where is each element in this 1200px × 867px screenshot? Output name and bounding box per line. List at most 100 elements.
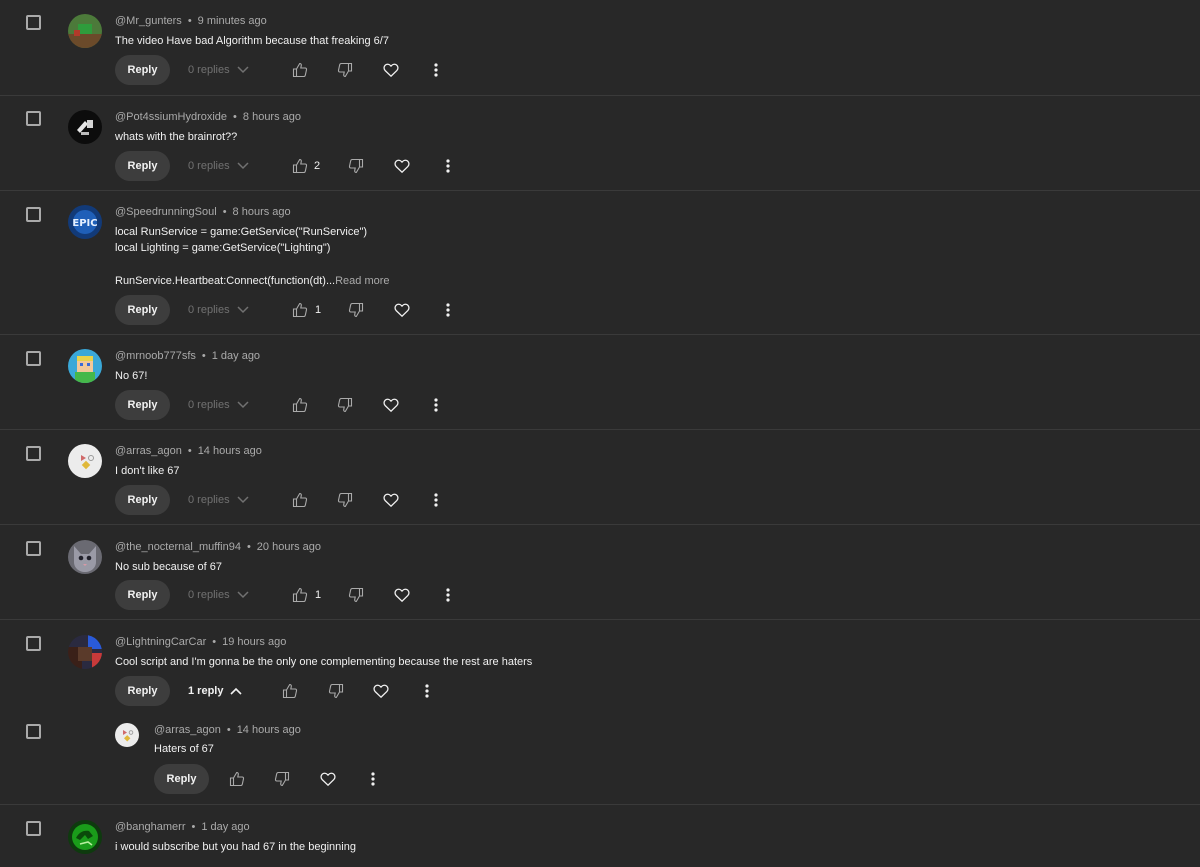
comment-author[interactable]: @mrnoob777sfs: [115, 350, 196, 362]
more-options-icon[interactable]: [428, 62, 444, 78]
heart-icon[interactable]: [373, 683, 389, 699]
heart-icon[interactable]: [383, 397, 399, 413]
dislike-icon[interactable]: [328, 683, 344, 699]
like-icon[interactable]: [292, 397, 308, 413]
comment-author[interactable]: @the_nocternal_muffin94: [115, 541, 241, 553]
like-icon[interactable]: [292, 158, 308, 174]
comment-text: i would subscribe but you had 67 in the …: [115, 841, 356, 853]
select-checkbox[interactable]: [26, 724, 41, 739]
reply-button[interactable]: Reply: [115, 580, 170, 610]
view-replies-toggle[interactable]: 0 replies: [188, 580, 249, 610]
view-replies-toggle[interactable]: 0 replies: [188, 55, 249, 85]
reply-button[interactable]: Reply: [115, 295, 170, 325]
heart-icon[interactable]: [383, 492, 399, 508]
dislike-icon[interactable]: [348, 158, 364, 174]
reply-button[interactable]: Reply: [115, 55, 170, 85]
like-icon[interactable]: [292, 302, 308, 318]
like-icon[interactable]: [292, 492, 308, 508]
chevron-down-icon: [237, 591, 249, 599]
avatar[interactable]: [68, 444, 102, 478]
comment-text: No 67!: [115, 370, 148, 382]
comment-time: 8 hours ago: [242, 111, 302, 123]
divider: [0, 95, 1200, 96]
comment-list: @Mr_gunters • 9 minutes ago The video Have…: [0, 0, 1200, 867]
like-icon[interactable]: [229, 771, 245, 787]
like-icon[interactable]: [292, 62, 308, 78]
avatar[interactable]: [68, 635, 102, 669]
comment-time: 8 hours ago: [232, 206, 291, 218]
replies-count: 0 replies: [188, 160, 230, 172]
view-replies-toggle[interactable]: 0 replies: [188, 390, 249, 420]
comment-author[interactable]: @Mr_gunters: [115, 15, 182, 27]
avatar[interactable]: [68, 540, 102, 574]
select-checkbox[interactable]: [26, 541, 41, 556]
comment-author[interactable]: @SpeedrunningSoul: [115, 206, 217, 218]
view-replies-toggle[interactable]: 1 reply: [188, 676, 243, 706]
comment-author[interactable]: @LightningCarCar: [115, 636, 206, 648]
select-checkbox[interactable]: [26, 351, 41, 366]
like-icon[interactable]: [282, 683, 298, 699]
read-more-link[interactable]: Read more: [335, 275, 389, 287]
comment-time: 9 minutes ago: [197, 15, 267, 27]
comment-time: 20 hours ago: [256, 541, 322, 553]
divider: [0, 429, 1200, 430]
heart-icon[interactable]: [394, 302, 410, 318]
dislike-icon[interactable]: [348, 587, 364, 603]
reply-button[interactable]: Reply: [115, 676, 170, 706]
more-options-icon[interactable]: [428, 397, 444, 413]
avatar[interactable]: [68, 349, 102, 383]
divider: [0, 619, 1200, 620]
reply-button[interactable]: Reply: [115, 485, 170, 515]
heart-icon[interactable]: [320, 771, 336, 787]
dislike-icon[interactable]: [337, 492, 353, 508]
heart-icon[interactable]: [394, 587, 410, 603]
chevron-up-icon: [230, 687, 243, 695]
svg-text:EPIC: EPIC: [72, 218, 97, 229]
dislike-icon[interactable]: [274, 771, 290, 787]
heart-icon[interactable]: [383, 62, 399, 78]
view-replies-toggle[interactable]: 0 replies: [188, 485, 249, 515]
select-checkbox[interactable]: [26, 636, 41, 651]
more-options-icon[interactable]: [419, 683, 435, 699]
avatar[interactable]: [68, 820, 102, 854]
replies-count: 0 replies: [188, 304, 230, 316]
avatar[interactable]: [115, 723, 139, 747]
replies-count: 0 replies: [188, 589, 230, 601]
comment-text: The video Have bad Algorithm because tha…: [115, 35, 389, 47]
comment-author[interactable]: @Pot4ssiumHydroxide: [115, 111, 227, 123]
avatar[interactable]: [68, 14, 102, 48]
replies-count: 0 replies: [188, 399, 230, 411]
comment-author[interactable]: @arras_agon: [154, 724, 221, 736]
more-options-icon[interactable]: [440, 158, 456, 174]
dislike-icon[interactable]: [337, 62, 353, 78]
avatar[interactable]: [68, 110, 102, 144]
comment-text-line: RunService.Heartbeat:Connect(function(dt…: [115, 275, 336, 287]
comment-text: Cool script and I'm gonna be the only on…: [115, 656, 533, 668]
view-replies-toggle[interactable]: 0 replies: [188, 295, 249, 325]
heart-icon[interactable]: [394, 158, 410, 174]
reply-button[interactable]: Reply: [115, 151, 170, 181]
like-count: 1: [315, 589, 322, 601]
select-checkbox[interactable]: [26, 111, 41, 126]
reply-button[interactable]: Reply: [115, 390, 170, 420]
select-checkbox[interactable]: [26, 15, 41, 30]
divider: [0, 804, 1200, 805]
select-checkbox[interactable]: [26, 207, 41, 222]
more-options-icon[interactable]: [428, 492, 444, 508]
comment-author[interactable]: @banghamerr: [115, 821, 185, 833]
avatar[interactable]: EPIC: [68, 205, 102, 239]
reply-button[interactable]: Reply: [154, 764, 209, 794]
more-options-icon[interactable]: [365, 771, 381, 787]
dislike-icon[interactable]: [337, 397, 353, 413]
like-icon[interactable]: [292, 587, 308, 603]
more-options-icon[interactable]: [440, 302, 456, 318]
more-options-icon[interactable]: [440, 587, 456, 603]
dislike-icon[interactable]: [348, 302, 364, 318]
view-replies-toggle[interactable]: 0 replies: [188, 151, 249, 181]
select-checkbox[interactable]: [26, 446, 41, 461]
comment-time: 1 day ago: [211, 350, 261, 362]
comment-text: Haters of 67: [154, 743, 214, 755]
select-checkbox[interactable]: [26, 821, 41, 836]
divider: [0, 334, 1200, 335]
comment-author[interactable]: @arras_agon: [115, 445, 182, 457]
